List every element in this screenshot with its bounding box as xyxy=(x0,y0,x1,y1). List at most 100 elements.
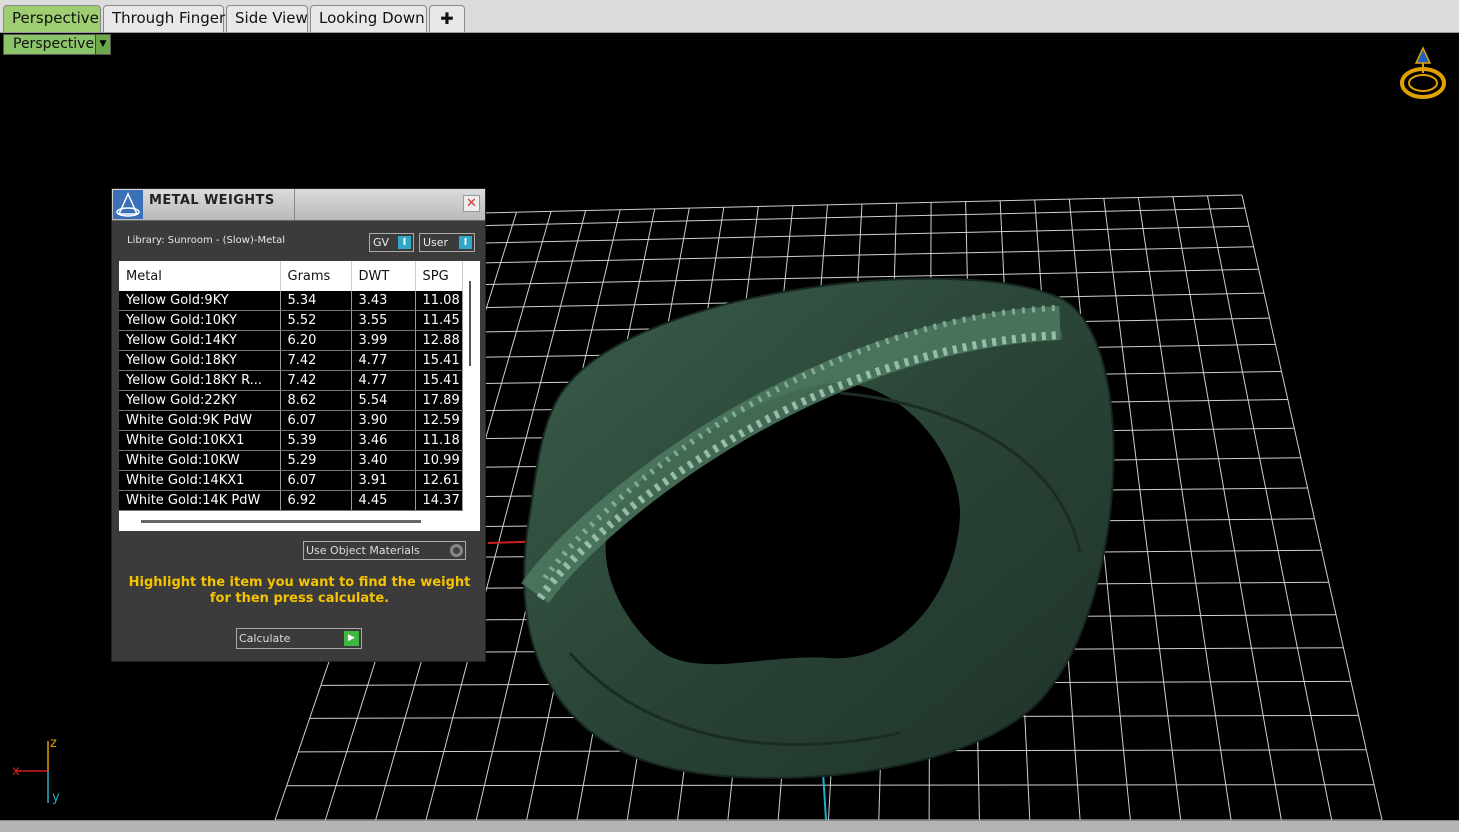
metal-cell: White Gold:10KW xyxy=(119,450,281,471)
user-toggle-label: User xyxy=(423,236,449,249)
dropdown-arrow-icon[interactable]: ▼ xyxy=(95,35,110,54)
column-header-metal[interactable]: Metal xyxy=(119,261,281,291)
app-logo-icon xyxy=(113,190,143,219)
metal-cell: Yellow Gold:18KY R... xyxy=(119,370,281,391)
table-row[interactable]: White Gold:9K PdW 6.07 3.90 12.59 xyxy=(119,410,463,431)
gv-toggle[interactable]: GV I xyxy=(369,233,414,252)
calculate-label: Calculate xyxy=(239,632,291,645)
metal-table[interactable]: Metal Grams DWT SPG Yellow Gold:9KY 5.34 3… xyxy=(119,261,480,531)
grams-cell: 5.34 xyxy=(280,291,352,311)
tab-perspective[interactable]: Perspective xyxy=(3,5,101,32)
add-tab-button[interactable]: ✚ xyxy=(429,5,465,32)
metal-cell: White Gold:10KX1 xyxy=(119,430,281,451)
metal-cell: White Gold:14K PdW xyxy=(119,490,281,511)
spg-cell: 14.37 xyxy=(415,490,463,511)
metal-cell: Yellow Gold:14KY xyxy=(119,330,281,351)
metal-cell: White Gold:14KX1 xyxy=(119,470,281,491)
column-header-grams[interactable]: Grams xyxy=(280,261,352,291)
table-row[interactable]: Yellow Gold:9KY 5.34 3.43 11.08 xyxy=(119,291,463,311)
table-row[interactable]: Yellow Gold:10KY 5.52 3.55 11.45 xyxy=(119,310,463,331)
metal-cell: Yellow Gold:10KY xyxy=(119,310,281,331)
user-toggle-indicator: I xyxy=(459,236,472,249)
table-row[interactable]: Yellow Gold:22KY 8.62 5.54 17.89 xyxy=(119,390,463,411)
dwt-cell: 3.91 xyxy=(351,470,416,491)
grams-cell: 7.42 xyxy=(280,370,352,391)
metal-cell: Yellow Gold:18KY xyxy=(119,350,281,371)
column-header-spg[interactable]: SPG xyxy=(415,261,463,291)
spg-cell: 15.41 xyxy=(415,370,463,391)
grams-cell: 7.42 xyxy=(280,350,352,371)
title-divider xyxy=(294,189,295,220)
y-axis-label: y xyxy=(52,790,60,805)
dwt-cell: 4.77 xyxy=(351,370,416,391)
x-axis-label: x xyxy=(12,764,20,779)
spg-cell: 12.59 xyxy=(415,410,463,431)
table-row[interactable]: White Gold:10KW 5.29 3.40 10.99 xyxy=(119,450,463,471)
tab-side-view[interactable]: Side View xyxy=(226,5,308,32)
panel-title: METAL WEIGHTS xyxy=(149,193,275,208)
grams-cell: 5.39 xyxy=(280,430,352,451)
table-row[interactable]: Yellow Gold:18KY R... 7.42 4.77 15.41 xyxy=(119,370,463,391)
use-object-materials-toggle[interactable]: Use Object Materials xyxy=(303,541,466,560)
spg-cell: 11.08 xyxy=(415,291,463,311)
tab-through-finger[interactable]: Through Finger xyxy=(103,5,225,32)
table-row[interactable]: White Gold:10KX1 5.39 3.46 11.18 xyxy=(119,430,463,451)
horizontal-scrollbar[interactable] xyxy=(141,520,421,523)
dwt-cell: 3.46 xyxy=(351,430,416,451)
dwt-cell: 3.99 xyxy=(351,330,416,351)
table-row[interactable]: Yellow Gold:14KY 6.20 3.99 12.88 xyxy=(119,330,463,351)
dwt-cell: 3.90 xyxy=(351,410,416,431)
metal-cell: Yellow Gold:22KY xyxy=(119,390,281,411)
spg-cell: 11.45 xyxy=(415,310,463,331)
gv-toggle-indicator: I xyxy=(398,236,411,249)
column-header-dwt[interactable]: DWT xyxy=(351,261,416,291)
table-row[interactable]: White Gold:14K PdW 6.92 4.45 14.37 xyxy=(119,490,463,511)
viewport-selector-label: Perspective xyxy=(13,36,95,52)
metal-weights-panel[interactable]: METAL WEIGHTS ✕ Library: Sunroom - (Slow… xyxy=(111,188,486,662)
spg-cell: 12.61 xyxy=(415,470,463,491)
grams-cell: 6.07 xyxy=(280,410,352,431)
axis-triad: z x y xyxy=(12,736,60,805)
dwt-cell: 3.43 xyxy=(351,291,416,311)
ring-navigator-icon[interactable] xyxy=(1396,45,1450,105)
close-icon[interactable]: ✕ xyxy=(463,195,480,212)
dwt-cell: 3.40 xyxy=(351,450,416,471)
spg-cell: 10.99 xyxy=(415,450,463,471)
table-header: Metal Grams DWT SPG xyxy=(119,261,463,291)
status-bar xyxy=(0,820,1459,832)
grams-cell: 5.52 xyxy=(280,310,352,331)
metal-cell: Yellow Gold:9KY xyxy=(119,291,281,311)
table-row[interactable]: White Gold:14KX1 6.07 3.91 12.61 xyxy=(119,470,463,491)
dwt-cell: 4.45 xyxy=(351,490,416,511)
grams-cell: 8.62 xyxy=(280,390,352,411)
gv-toggle-label: GV xyxy=(373,236,390,249)
z-axis-label: z xyxy=(50,736,57,751)
calculate-button[interactable]: Calculate ▶ xyxy=(236,628,362,649)
library-label: Library: Sunroom - (Slow)-Metal xyxy=(127,235,286,246)
spg-cell: 12.88 xyxy=(415,330,463,351)
grams-cell: 6.07 xyxy=(280,470,352,491)
radio-icon xyxy=(450,544,463,557)
grams-cell: 5.29 xyxy=(280,450,352,471)
viewport-selector[interactable]: Perspective ▼ xyxy=(3,34,111,55)
metal-cell: White Gold:9K PdW xyxy=(119,410,281,431)
instruction-text: Highlight the item you want to find the … xyxy=(122,575,477,607)
dwt-cell: 3.55 xyxy=(351,310,416,331)
panel-title-bar[interactable]: METAL WEIGHTS ✕ xyxy=(112,189,485,221)
grams-cell: 6.92 xyxy=(280,490,352,511)
tab-looking-down[interactable]: Looking Down xyxy=(310,5,427,32)
table-row[interactable]: Yellow Gold:18KY 7.42 4.77 15.41 xyxy=(119,350,463,371)
spg-cell: 11.18 xyxy=(415,430,463,451)
instruction-line-2: for then press calculate. xyxy=(209,591,390,606)
vertical-scrollbar[interactable] xyxy=(469,281,471,366)
spg-cell: 17.89 xyxy=(415,390,463,411)
grams-cell: 6.20 xyxy=(280,330,352,351)
user-toggle[interactable]: User I xyxy=(419,233,475,252)
play-icon: ▶ xyxy=(344,631,359,646)
use-object-materials-label: Use Object Materials xyxy=(306,544,420,557)
dwt-cell: 4.77 xyxy=(351,350,416,371)
spg-cell: 15.41 xyxy=(415,350,463,371)
instruction-line-1: Highlight the item you want to find the … xyxy=(128,575,471,590)
dwt-cell: 5.54 xyxy=(351,390,416,411)
plus-icon: ✚ xyxy=(440,9,454,28)
